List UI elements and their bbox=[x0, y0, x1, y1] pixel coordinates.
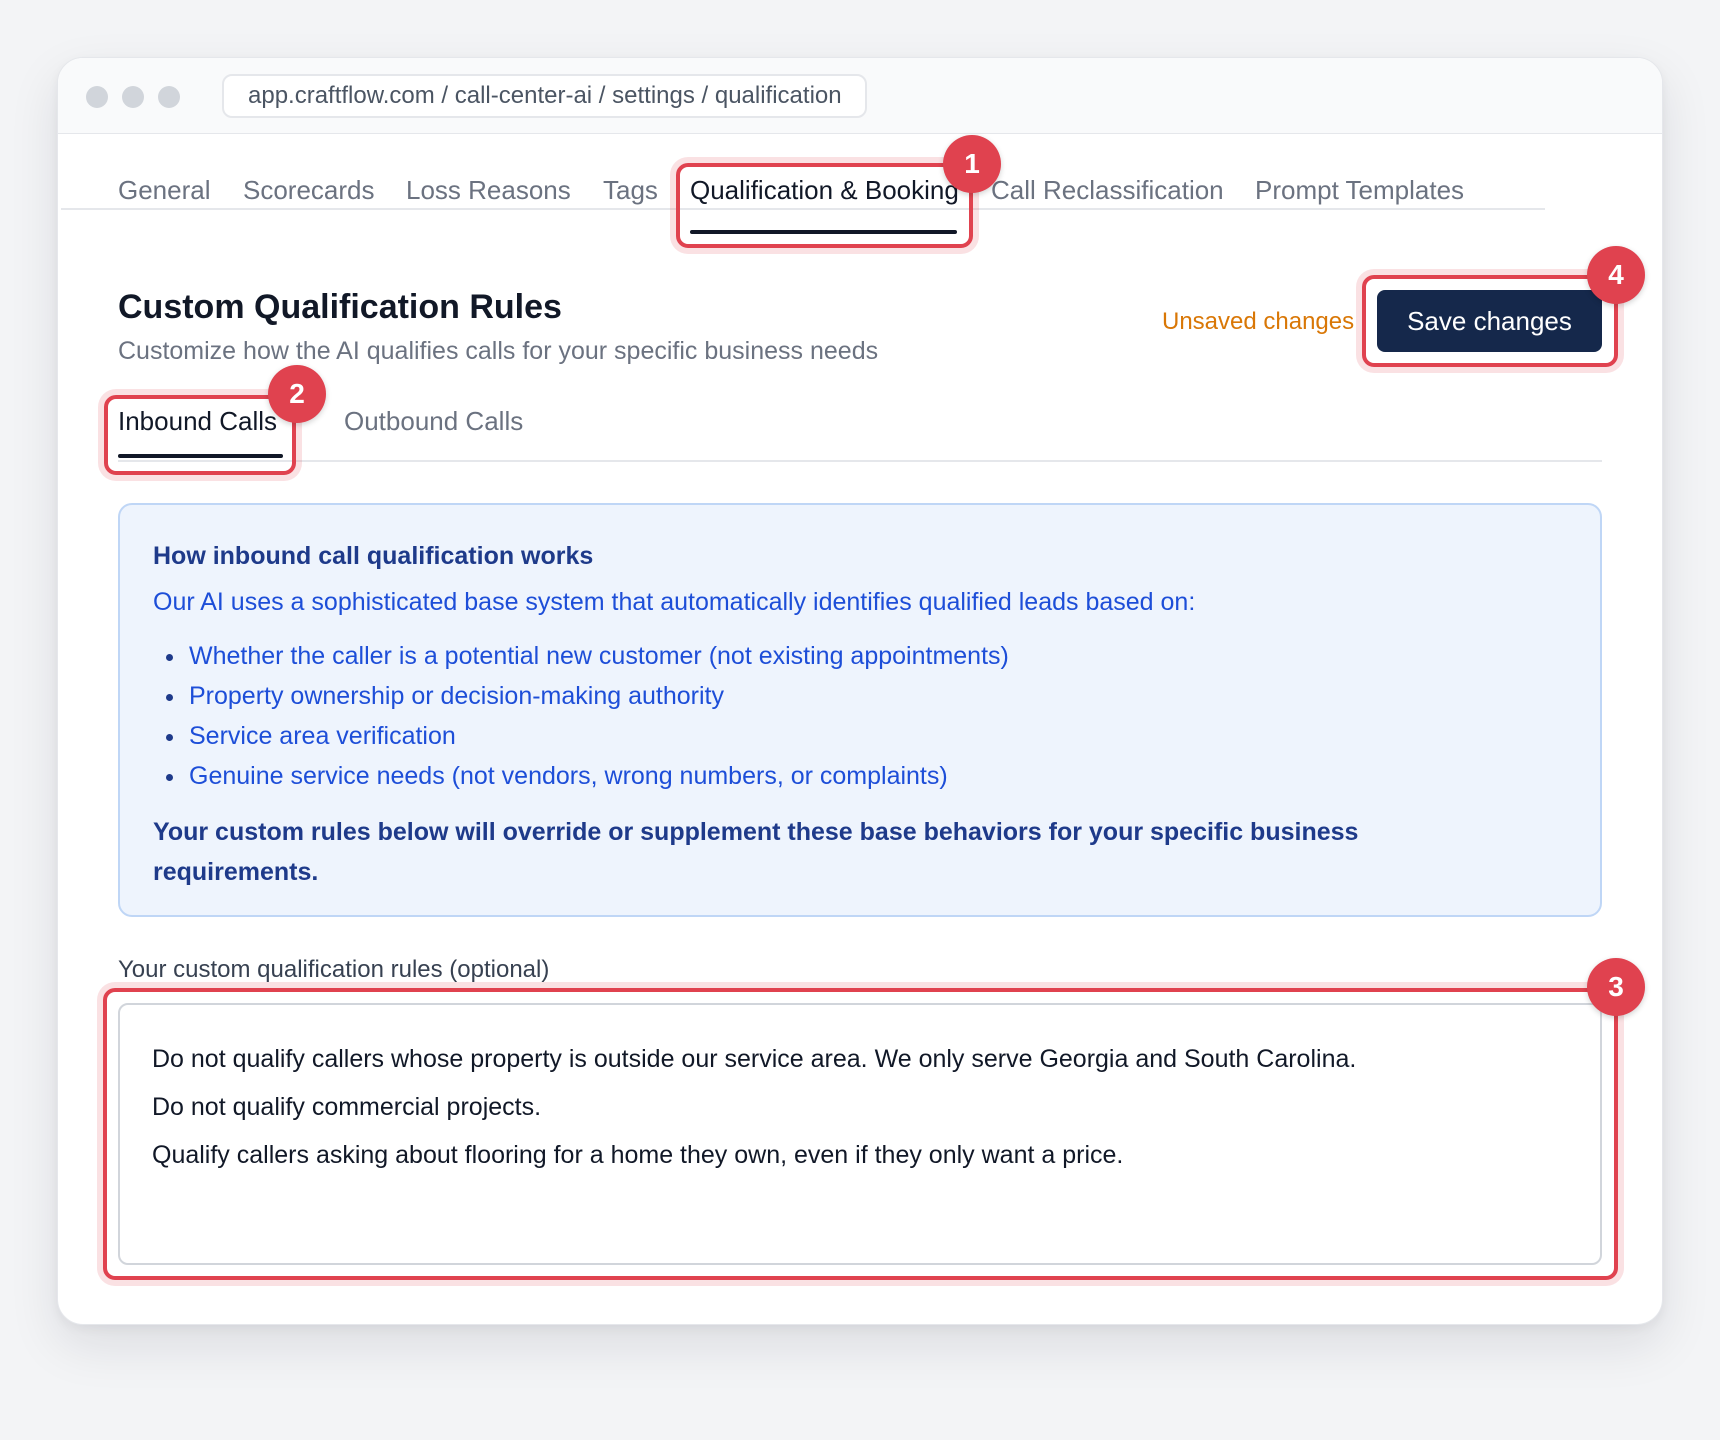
info-title: How inbound call qualification works bbox=[153, 542, 594, 570]
call-direction-tabs: Inbound Calls Outbound Calls bbox=[118, 380, 1602, 462]
page-subtitle: Customize how the AI qualifies calls for… bbox=[118, 337, 879, 365]
highlight-box-4 bbox=[1362, 275, 1618, 367]
annotation-badge-4: 4 bbox=[1587, 246, 1645, 304]
tab-loss-reasons[interactable]: Loss Reasons bbox=[406, 175, 571, 205]
tab-tags[interactable]: Tags bbox=[603, 175, 658, 205]
highlight-box-1 bbox=[676, 163, 973, 248]
list-item: Whether the caller is a potential new cu… bbox=[153, 636, 1568, 676]
tab-outbound-calls[interactable]: Outbound Calls bbox=[344, 406, 523, 436]
highlight-box-2 bbox=[104, 395, 296, 475]
page-title: Custom Qualification Rules bbox=[118, 288, 562, 326]
annotation-badge-3: 3 bbox=[1587, 958, 1645, 1016]
tab-prompt-templates[interactable]: Prompt Templates bbox=[1255, 175, 1464, 205]
unsaved-changes-status: Unsaved changes bbox=[1162, 308, 1355, 335]
tab-scorecards[interactable]: Scorecards bbox=[243, 175, 375, 205]
list-item: Service area verification bbox=[153, 716, 1568, 756]
rules-field-label: Your custom qualification rules (optiona… bbox=[118, 956, 550, 983]
annotation-badge-2: 2 bbox=[268, 365, 326, 423]
info-intro: Our AI uses a sophisticated base system … bbox=[153, 588, 1196, 616]
info-panel: How inbound call qualification works Our… bbox=[118, 503, 1602, 917]
list-item: Property ownership or decision-making au… bbox=[153, 676, 1568, 716]
info-note: Your custom rules below will override or… bbox=[153, 818, 1359, 886]
highlight-box-3 bbox=[103, 988, 1618, 1280]
annotation-badge-1: 1 bbox=[943, 135, 1001, 193]
tab-call-reclassification[interactable]: Call Reclassification bbox=[991, 175, 1224, 205]
tab-general[interactable]: General bbox=[118, 175, 211, 205]
info-bullet-list: Whether the caller is a potential new cu… bbox=[153, 636, 1568, 796]
list-item: Genuine service needs (not vendors, wron… bbox=[153, 756, 1568, 796]
